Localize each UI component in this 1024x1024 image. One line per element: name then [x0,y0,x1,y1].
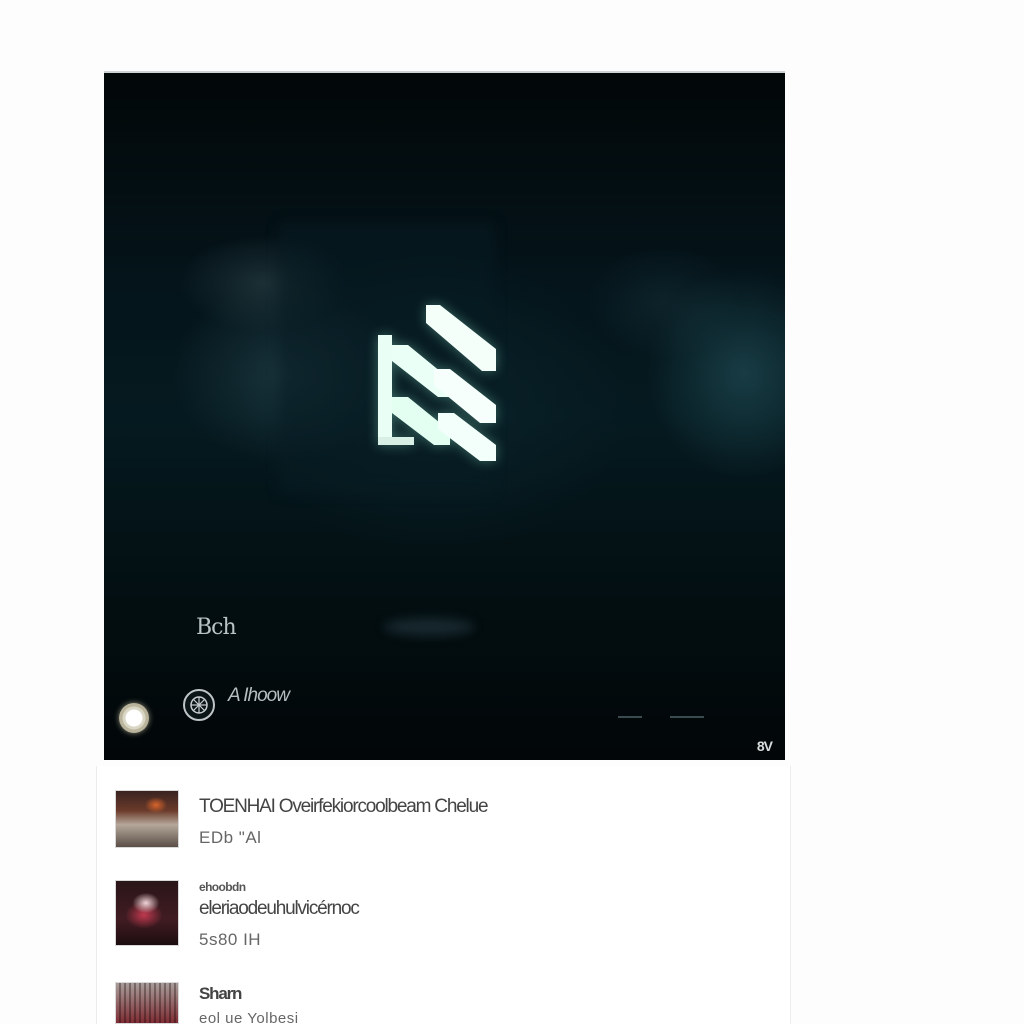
list-item[interactable]: Sharn eol ue Yolbesi [115,982,775,1024]
list-item-kicker: ehoobdn [199,880,246,894]
play-button[interactable] [119,703,149,733]
stylized-lightning-logo-icon [378,305,496,461]
settings-button[interactable] [183,689,215,721]
list-item[interactable]: TOENHAI Oveirfekiorcoolbeam Chelue EDb "… [115,790,775,850]
channel-name: Bch [196,615,237,640]
page: Bch A Ihoow 8V TOENHAI Oveirfekiorcoolbe… [0,0,1024,1024]
corner-badge: 8V [756,738,773,754]
video-thumbnail[interactable] [115,880,179,946]
list-item-title[interactable]: TOENHAI Oveirfekiorcoolbeam Chelue [199,796,489,818]
video-thumbnail[interactable] [115,790,179,848]
progress-segment[interactable] [618,716,642,718]
list-item-meta: eol ue Yolbesi [199,1010,299,1024]
list-item[interactable]: ehoobdn eleriaodeuhulvicérnoc 5s80 IH [115,880,775,949]
video-thumbnail[interactable] [115,982,179,1024]
progress-segment[interactable] [670,716,704,718]
video-caption: A Ihoow [228,685,290,706]
settings-wheel-icon [190,696,208,714]
list-item-title[interactable]: eleriaodeuhulvicérnoc [199,898,360,920]
list-item-title[interactable]: Sharn [199,984,242,1004]
playlist: TOENHAI Oveirfekiorcoolbeam Chelue EDb "… [96,766,791,1024]
list-item-meta: EDb "Al [199,828,262,847]
video-player[interactable]: Bch A Ihoow 8V [104,71,785,760]
list-item-meta: 5s80 IH [199,930,262,949]
